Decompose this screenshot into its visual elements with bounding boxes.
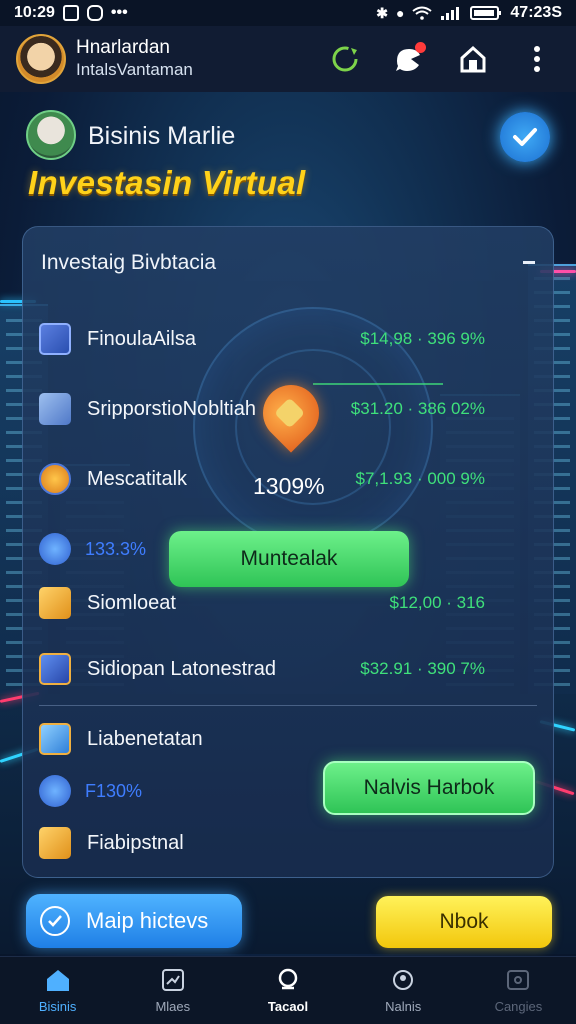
box-icon [39, 587, 71, 619]
list-item[interactable]: Siomloeat $12,00 · 316 [39, 583, 537, 623]
status-right-time: 47:23S [510, 4, 562, 21]
radar-line [313, 383, 443, 385]
yellow-action-button[interactable]: Nbok [376, 896, 552, 948]
cube-icon [39, 653, 71, 685]
gallery-icon [62, 5, 79, 21]
panel-menu-icon[interactable] [523, 261, 535, 264]
card-icon [39, 723, 71, 755]
refresh-button[interactable] [328, 42, 362, 76]
notification-badge [415, 42, 426, 53]
refresh-icon [332, 46, 358, 72]
chart-board-icon [39, 323, 71, 355]
verified-button[interactable] [500, 112, 550, 162]
item-value: $31.20 · 386 02% [350, 399, 485, 418]
more-dots: ••• [110, 4, 128, 21]
status-time: 10:29 [14, 4, 55, 21]
folder-icon [39, 827, 71, 859]
primary-action-button[interactable]: Muntealak [169, 531, 409, 587]
user-icon [389, 967, 417, 993]
heart-icon [39, 775, 71, 807]
home-screen-button[interactable] [456, 42, 490, 76]
app-logo [16, 34, 66, 84]
presentation-icon [39, 393, 71, 425]
item-value: $12,00 · 316 [389, 593, 485, 612]
house-icon [460, 45, 486, 73]
item-name: SripporstioNobltiah [87, 397, 256, 420]
battery-icon [470, 5, 502, 21]
item-name: Mescatitalk [87, 467, 188, 490]
profile-header: Bisinis Marlie Investasin Virtual [26, 108, 550, 208]
settings-icon [504, 967, 532, 993]
hero-title: Investasin Virtual [28, 164, 306, 201]
app-title: Hnarlardan [76, 37, 170, 58]
bluetooth-icon: ✱ [376, 4, 388, 21]
center-percent: 1309% [253, 473, 325, 499]
item-percent: F130% [85, 780, 143, 801]
investment-panel: Investaig Bivbtacia FinoulaAilsa $14,98 … [22, 226, 554, 878]
signal-icon [440, 6, 462, 20]
blue-button-label: Maip hictevs [86, 908, 209, 933]
tag-icon [274, 967, 302, 993]
panel-title: Investaig Bivbtacia [41, 251, 217, 274]
item-name: FinoulaAilsa [87, 327, 196, 350]
check-circle-icon [40, 906, 70, 936]
item-value: $14,98 · 396 9% [360, 329, 485, 348]
item-name: Sidiopan Latonestrad [87, 657, 277, 680]
item-name: Liabenetatan [87, 727, 203, 750]
nav-item-cangies[interactable]: Cangies [461, 957, 576, 1024]
notification-icon [86, 5, 103, 21]
app-subtitle: IntalsVantaman [76, 60, 193, 79]
list-item[interactable]: Sidiopan Latonestrad $32.91 · 390 7% [39, 649, 537, 689]
item-value: $7,1.93 · 000 9% [355, 469, 485, 488]
blue-action-button[interactable]: Maip hictevs [26, 894, 242, 948]
nav-item-tacaol[interactable]: Tacaol [230, 957, 345, 1024]
profile-name: Bisinis Marlie [88, 122, 236, 150]
avatar[interactable] [26, 110, 76, 160]
nav-label: Bisinis [38, 999, 77, 1014]
chat-button[interactable] [392, 42, 426, 76]
nav-label: Nalnis [385, 999, 422, 1014]
list-item[interactable]: FinoulaAilsa $14,98 · 396 9% [39, 319, 537, 359]
nav-item-nalnis[interactable]: Nalnis [346, 957, 461, 1024]
kebab-menu-icon [534, 46, 540, 72]
nav-label: Mlaes [155, 999, 191, 1014]
bottom-nav: Bisinis Mlaes Tacaol Nalnis Cangies [0, 956, 576, 1024]
heart-icon [39, 533, 71, 565]
nav-item-mlaes[interactable]: Mlaes [115, 957, 230, 1024]
status-bar: 10:29 ••• ✱ ● 47:23S [0, 0, 576, 26]
home-icon [44, 967, 72, 993]
list-item[interactable]: Liabenetatan [39, 719, 537, 759]
nav-item-bisinis[interactable]: Bisinis [0, 957, 115, 1024]
checkmark-icon [513, 128, 537, 146]
location-icon: ● [395, 5, 405, 21]
item-name: Fiabipstnal [87, 831, 184, 854]
secondary-action-button[interactable]: Nalvis Harbok [323, 761, 535, 815]
nav-label: Cangies [494, 999, 543, 1014]
coin-icon [39, 463, 71, 495]
divider [39, 705, 537, 706]
app-bar: Hnarlardan IntalsVantaman [0, 26, 576, 92]
item-percent: 133.3% [85, 538, 147, 559]
chart-icon [159, 967, 187, 993]
wifi-icon [412, 6, 433, 20]
item-value: $32.91 · 390 7% [360, 659, 485, 678]
item-name: Siomloeat [87, 591, 176, 614]
list-item[interactable]: Fiabipstnal [39, 823, 537, 863]
more-menu-button[interactable] [520, 42, 554, 76]
nav-label: Tacaol [267, 999, 309, 1014]
